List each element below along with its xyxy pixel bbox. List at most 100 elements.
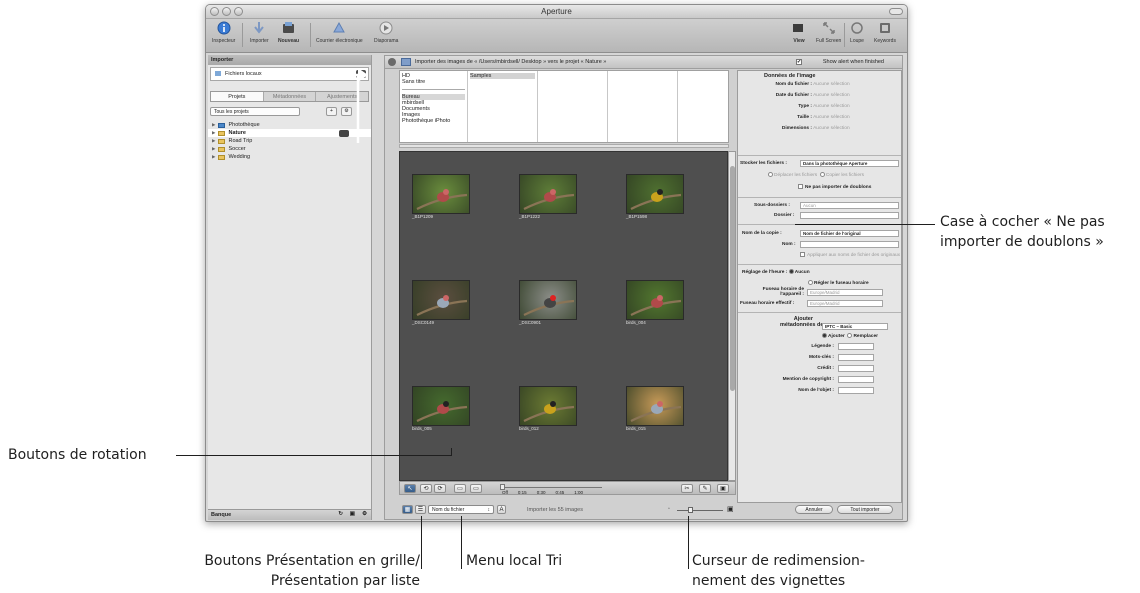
browser-scrollbar[interactable]: [399, 144, 729, 148]
name-field[interactable]: [800, 241, 899, 248]
no-duplicates-checkbox[interactable]: [798, 184, 803, 189]
thumbnail[interactable]: _B1P1222: [519, 174, 577, 220]
copy-name-select[interactable]: Nom de fichier de l'original: [800, 230, 899, 237]
thumbnail[interactable]: birds_015: [626, 386, 684, 432]
time-none-radio[interactable]: [788, 269, 794, 274]
calendar-icon[interactable]: ▣: [350, 511, 355, 517]
project-filter-select[interactable]: Tous les projets: [210, 106, 300, 116]
project-item-wedding[interactable]: ▶ Wedding: [208, 153, 371, 161]
move-files-radio[interactable]: [768, 172, 773, 177]
grid-view-button[interactable]: ▦: [402, 505, 413, 514]
show-alert-checkbox[interactable]: ✔: [796, 59, 802, 65]
thumbnail[interactable]: birds_012: [519, 386, 577, 432]
keywords-icon: [879, 23, 890, 33]
close-import-button[interactable]: [388, 58, 396, 66]
unstack-button[interactable]: ▭: [470, 484, 482, 493]
metadata-field-input[interactable]: [838, 365, 874, 372]
select-tool-button[interactable]: ↖: [404, 484, 416, 493]
new-button[interactable]: Nouveau: [278, 21, 299, 44]
sort-menu-value: Nom du fichier: [432, 507, 465, 513]
inspector-button[interactable]: Inspecteur: [212, 21, 235, 44]
gear-icon[interactable]: ⚙: [362, 511, 367, 517]
refresh-icon[interactable]: ↻: [338, 511, 343, 517]
tz-effective-select[interactable]: Europe/Madrid: [807, 300, 883, 307]
pencil-button[interactable]: ✎: [699, 484, 711, 493]
thumbnail[interactable]: _B1P1598: [626, 174, 684, 220]
store-files-select[interactable]: Dans la photothèque Aperture: [800, 160, 899, 167]
apply-to-originals-checkbox[interactable]: [800, 252, 805, 257]
import-source-label: Fichiers locaux: [225, 71, 262, 77]
tab-metadata[interactable]: Métadonnées: [263, 92, 317, 101]
metadata-field-input[interactable]: [838, 387, 874, 394]
copy-name-label: Nom de la copie :: [742, 231, 782, 236]
tz-effective-label: Fuseau horaire effectif :: [740, 301, 795, 306]
bird-photo: [519, 174, 577, 214]
small-thumb-icon: ▫: [668, 506, 670, 512]
import-target-icon[interactable]: [339, 130, 349, 137]
browser-column-empty-1: [538, 71, 608, 142]
thumbnail-grid: _B1P1209 _B1P1222 _B1P1598 _DSC0149 _DSC0901…: [399, 151, 728, 481]
folder-label: Dossier :: [774, 213, 795, 218]
subfolders-select[interactable]: Aucun: [800, 202, 899, 209]
list-view-button[interactable]: ☰: [415, 505, 426, 514]
metadata-field-input[interactable]: [838, 354, 874, 361]
add-radio[interactable]: [822, 333, 827, 338]
thumbnail[interactable]: birds_004: [626, 280, 684, 326]
browser-item[interactable]: Sans titre: [402, 79, 465, 85]
rotate-left-button[interactable]: ⟲: [420, 484, 432, 493]
stack-button[interactable]: ▭: [454, 484, 466, 493]
import-all-button[interactable]: Tout importer: [837, 505, 893, 514]
browser-item[interactable]: Photothèque iPhoto: [402, 118, 465, 124]
project-label: Photothèque: [228, 122, 260, 128]
callout-view-buttons: Boutons Présentation en grille/ Présenta…: [160, 551, 420, 591]
folder-field[interactable]: [800, 212, 899, 219]
import-label: Importer: [250, 38, 269, 44]
timecode-label: 0:45: [555, 490, 565, 495]
thumbnail[interactable]: _B1P1209: [412, 174, 470, 220]
browser-column-empty-3: [678, 71, 730, 142]
replace-radio[interactable]: [847, 333, 853, 338]
import-button[interactable]: Importer: [250, 21, 269, 44]
full-screen-button[interactable]: Full Screen: [816, 21, 841, 44]
toolbar-toggle-button[interactable]: [889, 8, 903, 15]
email-icon: [333, 21, 346, 33]
name-label: Nom :: [782, 242, 796, 247]
thumbnail-size-slider[interactable]: ▫ ▣: [668, 506, 738, 515]
thumbnail[interactable]: _DSC0149: [412, 280, 470, 326]
slider-knob[interactable]: [688, 507, 693, 513]
browser-item-samples[interactable]: Samples: [470, 73, 535, 79]
full-screen-icon: [822, 22, 835, 34]
tz-device-select[interactable]: Europe/Madrid: [807, 289, 883, 296]
copy-files-radio[interactable]: [819, 172, 825, 177]
tab-projects[interactable]: Projets: [211, 92, 264, 101]
view-button[interactable]: View: [792, 21, 806, 44]
sort-direction-button[interactable]: A: [497, 505, 506, 514]
file-info-row: Taille : Aucune sélection: [797, 115, 850, 120]
scissors-button[interactable]: ✂: [681, 484, 693, 493]
metadata-field-input[interactable]: [838, 376, 874, 383]
scroll-thumb[interactable]: [730, 166, 735, 391]
grid-scrollbar[interactable]: [728, 151, 736, 481]
stash-label: Banque: [211, 512, 232, 518]
sort-menu[interactable]: Nom du fichier ↕: [428, 505, 494, 514]
thumbnail[interactable]: _DSC0901: [519, 280, 577, 326]
keywords-button[interactable]: Keywords: [874, 21, 896, 44]
thumbnail-caption: _B1P1598: [626, 214, 648, 219]
loupe-button[interactable]: Loupe: [850, 21, 864, 44]
thumbnail[interactable]: birds_005: [412, 386, 470, 432]
project-item-soccer[interactable]: ▶ Soccer: [208, 145, 371, 153]
metadata-preset-select[interactable]: IPTC – Basic: [822, 323, 888, 330]
set-timezone-radio[interactable]: [808, 280, 813, 285]
cancel-button[interactable]: Annuler: [795, 505, 833, 514]
window-title: Aperture: [541, 7, 572, 16]
fit-button[interactable]: ▣: [717, 484, 729, 493]
timecode-label: Off: [502, 490, 508, 495]
audio-timeline[interactable]: Off 0:15 0:30 0:45 1:00: [496, 483, 636, 495]
store-files-label: Stocker les fichiers :: [740, 161, 787, 166]
time-adjust-row: Réglage de l'heure : Aucun: [742, 269, 810, 275]
slideshow-button[interactable]: Diaporama: [374, 21, 398, 44]
metadata-field-input[interactable]: [838, 343, 874, 350]
email-button[interactable]: Courrier électronique: [316, 21, 363, 44]
callout-slider-line-1: Curseur de redimension-: [692, 553, 865, 569]
rotate-right-button[interactable]: ⟳: [434, 484, 446, 493]
